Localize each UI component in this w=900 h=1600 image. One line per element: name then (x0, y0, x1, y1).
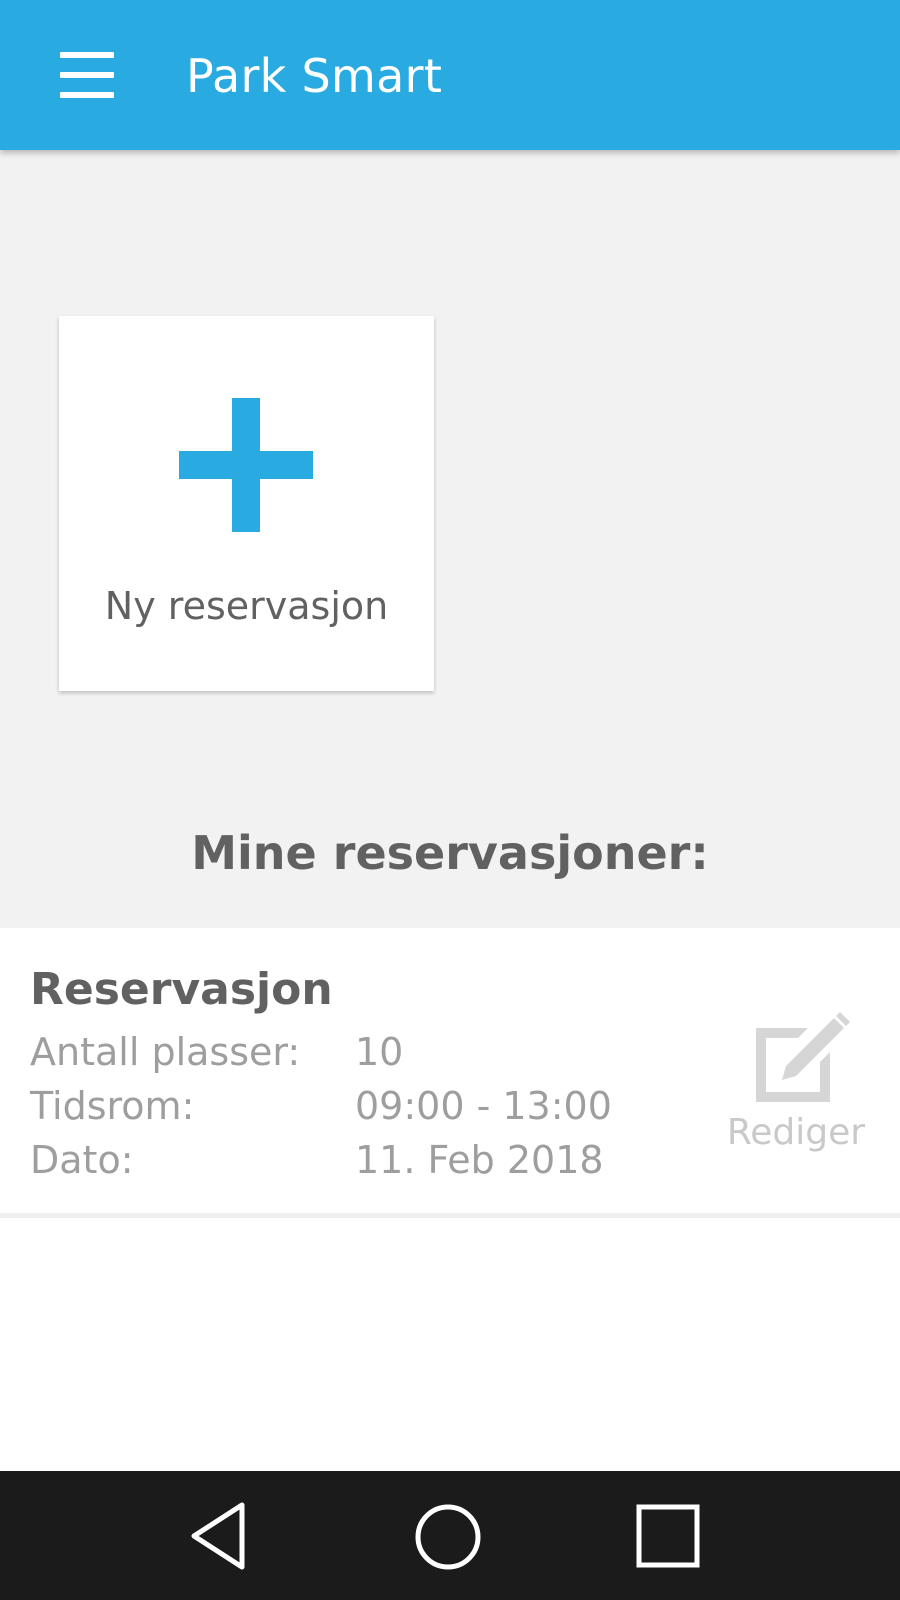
reservation-title: Reservasjon (30, 964, 333, 1015)
edit-icon (756, 1012, 850, 1102)
hamburger-menu-icon[interactable] (60, 52, 114, 98)
new-reservation-label: Ny reservasjon (104, 584, 389, 628)
back-triangle-icon[interactable] (188, 1501, 248, 1571)
row-label: Dato: (30, 1138, 134, 1182)
row-label: Tidsrom: (30, 1084, 195, 1128)
recent-apps-square-icon[interactable] (636, 1504, 700, 1568)
row-value: 10 (355, 1030, 404, 1074)
row-label: Antall plasser: (30, 1030, 301, 1074)
app-root: Park Smart Ny reservasjon Mine reservasj… (0, 0, 900, 1600)
edit-label: Rediger (726, 1112, 866, 1153)
row-value: 09:00 - 13:00 (355, 1084, 612, 1128)
app-title: Park Smart (186, 49, 443, 103)
reservation-card: Reservasjon Antall plasser: 10 Tidsrom: … (0, 928, 900, 1218)
row-value: 11. Feb 2018 (355, 1138, 604, 1182)
section-title: Mine reservasjoner: (191, 826, 709, 880)
system-nav-bar (0, 1471, 900, 1600)
app-bar: Park Smart (0, 0, 900, 150)
plus-icon (179, 398, 313, 532)
new-reservation-button[interactable]: Ny reservasjon (59, 316, 434, 691)
edit-reservation-button[interactable]: Rediger (716, 1012, 886, 1172)
home-circle-icon[interactable] (414, 1503, 482, 1571)
